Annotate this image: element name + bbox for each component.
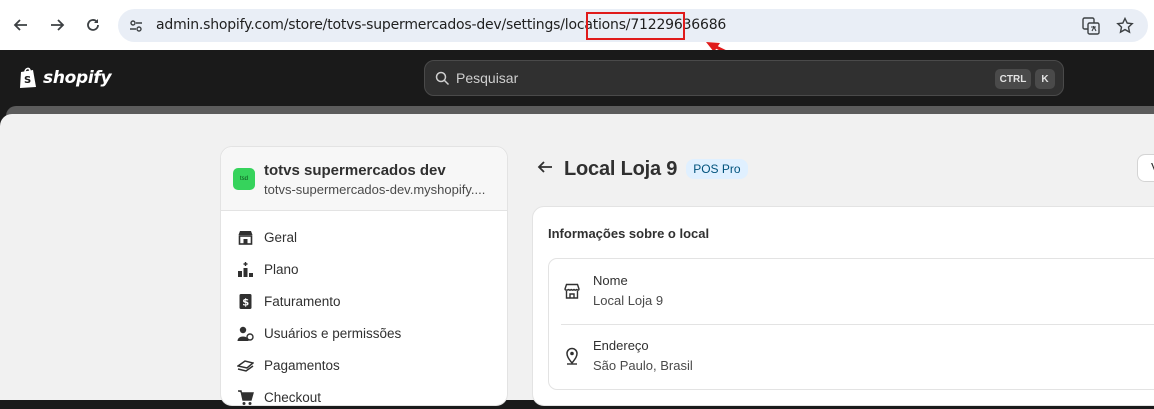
back-arrow-icon[interactable] bbox=[536, 158, 554, 181]
cart-icon bbox=[237, 389, 254, 406]
shortcut-key-ctrl: CTRL bbox=[995, 69, 1031, 89]
shopify-logo[interactable]: S shopify bbox=[18, 66, 112, 89]
site-info-icon[interactable] bbox=[128, 18, 144, 39]
shopify-bag-icon: S bbox=[20, 67, 36, 88]
arrow-right-icon bbox=[51, 19, 65, 31]
sidebar-item-geral[interactable]: Geral bbox=[237, 225, 297, 249]
payments-icon bbox=[237, 357, 254, 374]
sidebar-item-label: Geral bbox=[264, 229, 298, 245]
settings-sidebar: tsd totvs supermercados dev totvs-superm… bbox=[220, 146, 508, 406]
location-pin-icon bbox=[563, 347, 581, 365]
plan-icon bbox=[237, 261, 254, 278]
sidebar-item-label: Faturamento bbox=[264, 293, 341, 309]
bookmark-star-icon[interactable] bbox=[1116, 16, 1134, 40]
forward-button[interactable] bbox=[44, 12, 70, 38]
store-domain: totvs-supermercados-dev.myshopify.... bbox=[264, 182, 486, 197]
billing-icon: $ bbox=[237, 293, 254, 310]
header-action-button[interactable]: V bbox=[1137, 154, 1154, 182]
annotation-highlight-box bbox=[586, 12, 685, 40]
svg-text:S: S bbox=[24, 75, 31, 86]
arrow-left-icon bbox=[13, 19, 27, 31]
field-label: Nome bbox=[593, 273, 628, 288]
shopify-topbar: S shopify Pesquisar CTRL K bbox=[0, 50, 1154, 106]
shortcut-key-k: K bbox=[1035, 69, 1055, 89]
location-info-card: Informações sobre o local Nome Local Loj… bbox=[532, 206, 1154, 406]
shopify-logo-text: shopify bbox=[43, 67, 112, 88]
card-title: Informações sobre o local bbox=[548, 226, 710, 241]
store-icon bbox=[563, 282, 581, 300]
store-icon bbox=[237, 229, 254, 246]
users-icon bbox=[237, 325, 254, 342]
sidebar-item-label: Plano bbox=[264, 261, 299, 277]
sidebar-item-plano[interactable]: Plano bbox=[237, 257, 299, 281]
sidebar-item-pagamentos[interactable]: Pagamentos bbox=[237, 353, 340, 377]
browser-toolbar: admin.shopify.com/store/totvs-supermerca… bbox=[0, 0, 1154, 50]
reload-button[interactable] bbox=[80, 12, 106, 38]
translate-icon[interactable] bbox=[1082, 17, 1100, 40]
sidebar-item-faturamento[interactable]: $ Faturamento bbox=[237, 289, 341, 313]
status-badge: POS Pro bbox=[686, 159, 748, 179]
sidebar-item-usuarios[interactable]: Usuários e permissões bbox=[237, 321, 401, 345]
page-title: Local Loja 9 bbox=[564, 157, 678, 180]
field-value: São Paulo, Brasil bbox=[593, 358, 693, 373]
store-avatar: tsd bbox=[233, 168, 255, 190]
store-name: totvs supermercados dev bbox=[264, 162, 446, 179]
sidebar-item-label: Checkout bbox=[264, 389, 322, 405]
url-prefix: admin.shopify.com/store/totvs-supermerca… bbox=[156, 17, 631, 33]
location-fields-box: Nome Local Loja 9 Endereço São Paulo, Br… bbox=[548, 258, 1154, 390]
reload-icon bbox=[87, 19, 99, 31]
field-value: Local Loja 9 bbox=[593, 293, 664, 308]
sidebar-item-label: Pagamentos bbox=[264, 357, 340, 373]
field-label: Endereço bbox=[593, 338, 649, 353]
search-placeholder: Pesquisar bbox=[456, 70, 519, 86]
search-icon bbox=[435, 71, 450, 86]
page-header: Local Loja 9 POS Pro bbox=[536, 155, 748, 183]
divider bbox=[561, 324, 1154, 325]
back-button[interactable] bbox=[8, 12, 34, 38]
svg-text:$: $ bbox=[242, 297, 249, 308]
search-input[interactable]: Pesquisar CTRL K bbox=[424, 60, 1064, 96]
store-switcher[interactable]: tsd totvs supermercados dev totvs-superm… bbox=[221, 147, 507, 211]
sidebar-item-checkout[interactable]: Checkout bbox=[237, 385, 321, 409]
sidebar-item-label: Usuários e permissões bbox=[264, 325, 402, 341]
